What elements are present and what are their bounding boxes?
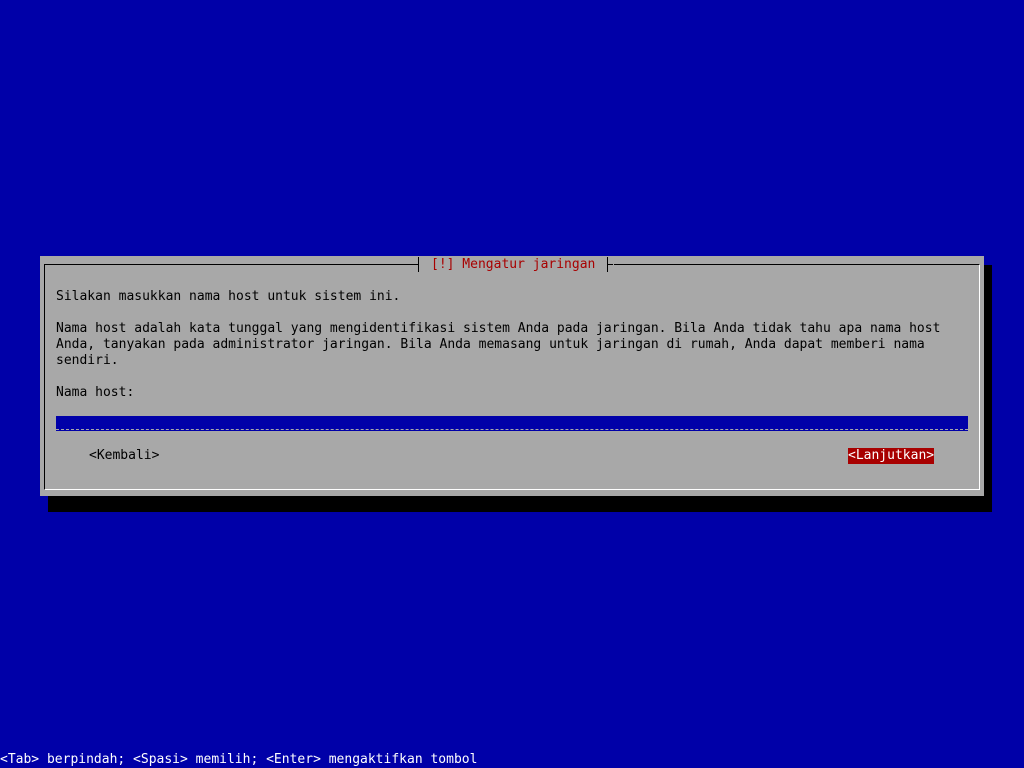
hostname-input[interactable]: b <box>56 416 968 432</box>
continue-button[interactable]: <Lanjutkan> <box>848 448 935 464</box>
dialog-title-bar: [!] Mengatur jaringan <box>412 256 615 273</box>
back-button[interactable]: <Kembali> <box>89 448 159 464</box>
keyboard-help-footer: <Tab> berpindah; <Spasi> memilih; <Enter… <box>0 752 478 767</box>
installer-dialog: [!] Mengatur jaringan Silakan masukkan n… <box>40 256 984 496</box>
title-bracket-left <box>412 257 419 272</box>
dialog-description: Nama host adalah kata tunggal yang mengi… <box>56 321 941 368</box>
dialog-title: [!] Mengatur jaringan <box>431 257 596 272</box>
title-bracket-right <box>607 257 614 272</box>
dialog-prompt: Silakan masukkan nama host untuk sistem … <box>56 289 401 304</box>
input-underline <box>56 429 968 430</box>
hostname-label: Nama host: <box>56 385 135 400</box>
